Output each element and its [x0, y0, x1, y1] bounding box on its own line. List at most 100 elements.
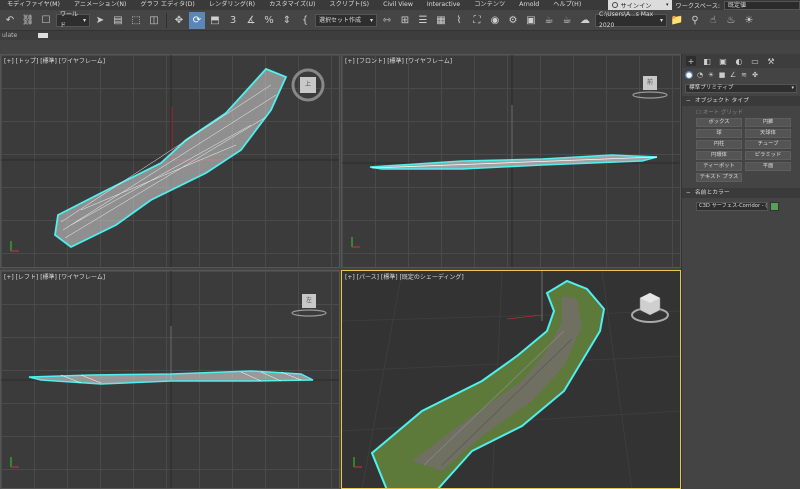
menu-content[interactable]: コンテンツ — [467, 0, 512, 10]
selection-filter-icon[interactable]: ☐ — [38, 12, 54, 29]
viewcube[interactable]: 上 — [291, 68, 325, 102]
edit-named-selection-icon[interactable]: { — [297, 12, 313, 29]
viewport-perspective[interactable]: [+] [パース] [標準] [既定のシェーディング] — [341, 270, 681, 489]
menu-scripting[interactable]: スクリプト(S) — [322, 0, 376, 10]
viewport-label[interactable]: [+] [フロント] [標準] [ワイヤフレーム] — [345, 56, 452, 65]
sphere-button[interactable]: 球 — [696, 129, 742, 138]
angle-snap-icon[interactable]: ∡ — [243, 12, 259, 29]
pyramid-button[interactable]: ピラミッド — [745, 151, 791, 160]
utilities-tab-icon[interactable]: ⚒ — [766, 56, 776, 66]
hierarchy-tab-icon[interactable]: ▣ — [718, 56, 728, 66]
object-category-select[interactable]: 標準プリミティブ — [685, 84, 797, 93]
curve-editor-icon[interactable]: ⌇ — [451, 12, 467, 29]
viewcube-face[interactable]: 左 — [302, 294, 316, 308]
spinner-snap-icon[interactable]: ⇕ — [279, 12, 295, 29]
box-button[interactable]: ボックス — [696, 118, 742, 127]
percent-snap-icon[interactable]: % — [261, 12, 277, 29]
mirror-icon[interactable]: ⇿ — [379, 12, 395, 29]
rotate-icon[interactable]: ⟳ — [189, 11, 205, 29]
cylinder-button[interactable]: 円柱 — [696, 140, 742, 149]
schematic-view-icon[interactable]: ⛶ — [469, 12, 485, 29]
plane-button[interactable]: 平面 — [745, 162, 791, 171]
viewport-top[interactable]: [+] [トップ] [標準] [ワイヤフレーム] 上 — [0, 54, 340, 268]
render-setup-icon[interactable]: ⚙ — [505, 12, 521, 29]
pin-icon[interactable]: ⚲ — [687, 12, 703, 29]
cameras-icon[interactable]: ■ — [718, 71, 726, 79]
menu-civil-view[interactable]: Civil View — [376, 0, 420, 10]
object-type-header: オブジェクト タイプ — [694, 98, 749, 104]
menu-modifiers[interactable]: モディファイヤ(M) — [0, 0, 67, 10]
chevron-down-icon: ▾ — [666, 2, 669, 8]
motion-tab-icon[interactable]: ◐ — [734, 56, 744, 66]
select-by-name-icon[interactable]: ▤ — [110, 12, 126, 29]
hand-icon[interactable]: ☝ — [705, 12, 721, 29]
create-category-row: ● ◔ ☀ ■ ∠ ≋ ✤ — [682, 68, 800, 82]
viewport-left[interactable]: [+] [レフト] [標準] [ワイヤフレーム] 左 — [0, 270, 340, 489]
viewport-label[interactable]: [+] [トップ] [標準] [ワイヤフレーム] — [4, 56, 105, 65]
teapot-icon[interactable]: ♨ — [723, 12, 739, 29]
render-cloud-icon[interactable]: ☁ — [577, 12, 593, 29]
link-icon[interactable]: ⛓ — [20, 12, 36, 29]
spacewarps-icon[interactable]: ≋ — [740, 71, 748, 79]
viewcube[interactable] — [630, 291, 670, 325]
menu-help[interactable]: ヘルプ(H) — [546, 0, 588, 10]
window-crossing-icon[interactable]: ◫ — [146, 12, 162, 29]
menu-bar: モディファイヤ(M) アニメーション(N) グラフ エディタ(D) レンダリング… — [0, 0, 800, 10]
viewport-label[interactable]: [+] [パース] [標準] [既定のシェーディング] — [345, 272, 464, 281]
cone-button[interactable]: 円錐 — [745, 118, 791, 127]
torus-button[interactable]: 円環体 — [696, 151, 742, 160]
systems-icon[interactable]: ✤ — [751, 71, 759, 79]
menu-rendering[interactable]: レンダリング(R) — [202, 0, 262, 10]
autogrid-checkbox[interactable]: ☐ オート グリッド — [682, 108, 800, 116]
viewcube[interactable]: 前 — [630, 75, 670, 101]
teapot-button[interactable]: ティーポット — [696, 162, 742, 171]
viewcube-face[interactable]: 前 — [643, 76, 657, 90]
object-type-rollout[interactable]: − オブジェクト タイプ — [682, 96, 800, 106]
helpers-icon[interactable]: ∠ — [729, 71, 737, 79]
menu-arnold[interactable]: Arnold — [512, 0, 546, 10]
display-tab-icon[interactable]: ▭ — [750, 56, 760, 66]
undo-icon[interactable]: ↶ — [2, 12, 18, 29]
viewport-label[interactable]: [+] [レフト] [標準] [ワイヤフレーム] — [4, 272, 105, 281]
name-color-rollout[interactable]: − 名前とカラー — [682, 188, 800, 198]
viewport-front[interactable]: [+] [フロント] [標準] [ワイヤフレーム] 前 — [341, 54, 681, 268]
tube-button[interactable]: チューブ — [745, 140, 791, 149]
select-object-icon[interactable]: ➤ — [92, 12, 108, 29]
align-icon[interactable]: ⊞ — [397, 12, 413, 29]
snap-3d-icon[interactable]: 3 — [225, 12, 241, 29]
object-type-buttons: ボックス 円錐 球 天球体 円柱 チューブ 円環体 ピラミッド ティーポット 平… — [682, 118, 800, 182]
create-tab-icon[interactable]: + — [686, 56, 696, 66]
render-frame-icon[interactable]: ▣ — [523, 12, 539, 29]
render-icon[interactable]: ☕ — [541, 12, 557, 29]
project-path-dropdown[interactable]: C:\Users\A...s Max 2020 ▾ — [595, 11, 667, 29]
geosphere-button[interactable]: 天球体 — [745, 129, 791, 138]
shapes-icon[interactable]: ◔ — [696, 71, 704, 79]
coord-system-value: ワールド — [60, 11, 79, 29]
lights-icon[interactable]: ☀ — [707, 71, 715, 79]
geometry-icon[interactable]: ● — [685, 71, 693, 79]
textplus-button[interactable]: テキスト プラス — [696, 173, 742, 182]
viewcube-3d-icon — [631, 292, 669, 323]
selection-set-dropdown[interactable]: 選択セット作成 ▾ — [315, 13, 377, 27]
rectangular-selection-icon[interactable]: ⬚ — [128, 12, 144, 29]
scale-icon[interactable]: ⬒ — [207, 12, 223, 29]
material-editor-icon[interactable]: ◉ — [487, 12, 503, 29]
subrow-toggle[interactable] — [38, 33, 48, 38]
workspace-select[interactable]: 既定値 — [724, 0, 800, 10]
layer-explorer-icon[interactable]: ▦ — [433, 12, 449, 29]
menu-graph-editors[interactable]: グラフ エディタ(D) — [133, 0, 201, 10]
project-folder-icon[interactable]: 📁 — [669, 12, 685, 29]
coord-system-dropdown[interactable]: ワールド ▾ — [56, 11, 90, 29]
object-name-field[interactable]: C3D サーフェス-Corridor - ( — [696, 202, 768, 211]
chevron-down-icon: ▾ — [659, 16, 663, 24]
sun-icon[interactable]: ☀ — [741, 12, 757, 29]
viewcube[interactable]: 左 — [289, 293, 329, 319]
object-color-swatch[interactable] — [770, 202, 779, 211]
move-icon[interactable]: ✥ — [171, 12, 187, 29]
render-iterative-icon[interactable]: ☕ — [559, 12, 575, 29]
modify-tab-icon[interactable]: ◧ — [702, 56, 712, 66]
menu-customize[interactable]: カスタマイズ(U) — [262, 0, 322, 10]
scene-explorer-icon[interactable]: ☰ — [415, 12, 431, 29]
viewcube-face[interactable]: 上 — [300, 77, 316, 93]
menu-interactive[interactable]: Interactive — [420, 0, 467, 10]
